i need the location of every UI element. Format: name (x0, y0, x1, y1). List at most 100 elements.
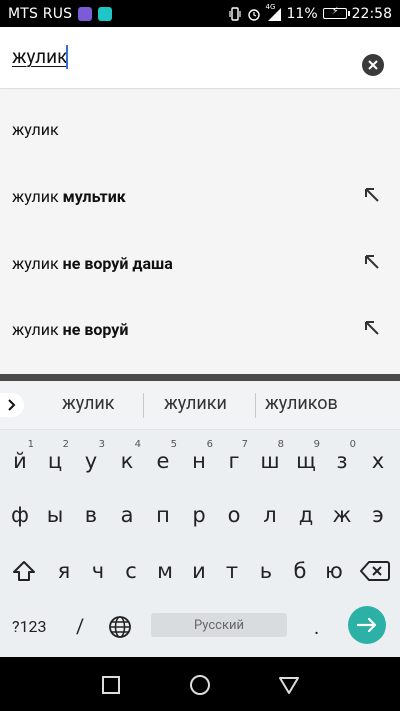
language-key[interactable] (104, 607, 136, 647)
home-icon[interactable] (189, 674, 211, 696)
key[interactable]: и (183, 551, 215, 591)
key[interactable]: г7 (218, 439, 250, 481)
status-icons: 4G 11% ⚡ 22:58 (228, 2, 392, 22)
suggestion-base: жулик (12, 120, 59, 139)
back-icon[interactable] (278, 674, 300, 696)
viber-notification-icon (78, 6, 93, 21)
suggestion-item[interactable]: жулик мультик (0, 163, 400, 230)
key[interactable]: б (284, 551, 316, 591)
status-bar: MTS RUS 4G 11% ⚡ 22:58 (0, 0, 400, 27)
suggestion-base: жулик (12, 187, 59, 206)
keyboard-top-divider (0, 374, 400, 381)
keyboard: жулик жулики жуликов й1 ц2 у3 к4 е5 н6 г… (0, 381, 400, 657)
enter-button[interactable] (348, 606, 386, 644)
key[interactable]: д (290, 495, 322, 535)
candidate-divider (143, 393, 144, 418)
search-bar: жулик (0, 27, 400, 89)
vibrate-icon (228, 6, 241, 21)
candidate-word[interactable]: жуликов (265, 393, 338, 414)
key[interactable]: в (75, 495, 107, 535)
key[interactable]: к4 (111, 439, 143, 481)
backspace-icon (360, 561, 390, 581)
key[interactable]: я (48, 551, 80, 591)
key[interactable]: р (183, 495, 215, 535)
suggestion-item[interactable]: жулик (0, 96, 400, 163)
key[interactable]: н6 (183, 439, 215, 481)
key[interactable]: э (362, 495, 394, 535)
battery-charging-icon: ⚡ (322, 6, 350, 19)
suggestion-base: жулик (12, 254, 59, 273)
key-label: н (192, 449, 206, 473)
key[interactable]: ж (326, 495, 358, 535)
key-hint: 5 (170, 439, 177, 450)
suggestion-list: жулик жулик мультик жулик не воруй даша … (0, 90, 400, 374)
space-bar[interactable]: Русский (151, 613, 287, 637)
key[interactable]: ч (82, 551, 114, 591)
insert-suggestion-icon[interactable] (362, 185, 382, 205)
key-hint: 7 (241, 439, 248, 450)
key[interactable]: й1 (4, 439, 36, 481)
suggestion-completion: не воруй даша (62, 254, 173, 273)
key-label: к (120, 449, 134, 473)
key-label: й (13, 449, 27, 473)
key[interactable]: ы (39, 495, 71, 535)
close-icon (368, 60, 378, 70)
clear-search-button[interactable] (362, 54, 384, 76)
slash-key[interactable]: / (76, 614, 84, 638)
key-label: г (228, 449, 240, 473)
insert-suggestion-icon[interactable] (362, 252, 382, 272)
globe-icon (109, 616, 131, 638)
suggestion-completion: мультик (62, 187, 126, 206)
key[interactable]: ф (4, 495, 36, 535)
recent-apps-icon[interactable] (100, 674, 122, 696)
key[interactable]: у3 (75, 439, 107, 481)
shift-key[interactable] (6, 551, 42, 591)
candidate-word[interactable]: жулики (164, 393, 227, 414)
key[interactable]: ю (318, 551, 350, 591)
key[interactable]: м (149, 551, 181, 591)
key[interactable]: з0 (326, 439, 358, 481)
key-label: ш (260, 449, 280, 473)
key[interactable]: щ9 (290, 439, 322, 481)
battery-percent: 11% (286, 5, 318, 22)
suggestion-item[interactable]: жулик не воруй (0, 296, 400, 363)
key-label: щ (296, 449, 316, 473)
key[interactable]: п (147, 495, 179, 535)
key-hint: 2 (62, 439, 69, 450)
chevron-right-icon (8, 399, 16, 411)
clock: 22:58 (351, 5, 392, 22)
backspace-key[interactable] (356, 551, 394, 591)
key[interactable]: л (254, 495, 286, 535)
key-label: е (156, 449, 170, 473)
navigation-bar (0, 657, 400, 711)
key[interactable]: е5 (147, 439, 179, 481)
key-label: з (336, 449, 348, 473)
period-key[interactable]: . (314, 615, 319, 639)
insert-suggestion-icon[interactable] (362, 318, 382, 338)
text-cursor (66, 45, 68, 69)
app-notification-icon (98, 6, 113, 21)
candidate-word[interactable]: жулик (62, 393, 114, 414)
key[interactable]: ш8 (254, 439, 286, 481)
key-hint: 4 (134, 439, 141, 450)
key-hint: 3 (98, 439, 105, 450)
key-hint: 6 (206, 439, 213, 450)
suggestion-base: жулик (12, 320, 59, 339)
key[interactable]: о (218, 495, 250, 535)
suggestion-item[interactable]: жулик не воруй даша (0, 230, 400, 297)
expand-candidates-button[interactable] (0, 393, 24, 417)
key[interactable]: ц2 (39, 439, 71, 481)
shift-icon (13, 561, 35, 581)
arrow-right-icon (356, 617, 377, 633)
key-hint: 8 (277, 439, 284, 450)
candidate-strip: жулик жулики жуликов (0, 381, 400, 430)
symbols-key[interactable]: ?123 (12, 617, 47, 636)
search-input[interactable]: жулик (12, 45, 67, 68)
key-hint: 9 (313, 439, 320, 450)
key[interactable]: с (115, 551, 147, 591)
key[interactable]: ь (250, 551, 282, 591)
key[interactable]: х (362, 441, 394, 481)
key[interactable]: т (216, 551, 248, 591)
network-type-label: 4G (265, 2, 276, 11)
key[interactable]: а (111, 495, 143, 535)
